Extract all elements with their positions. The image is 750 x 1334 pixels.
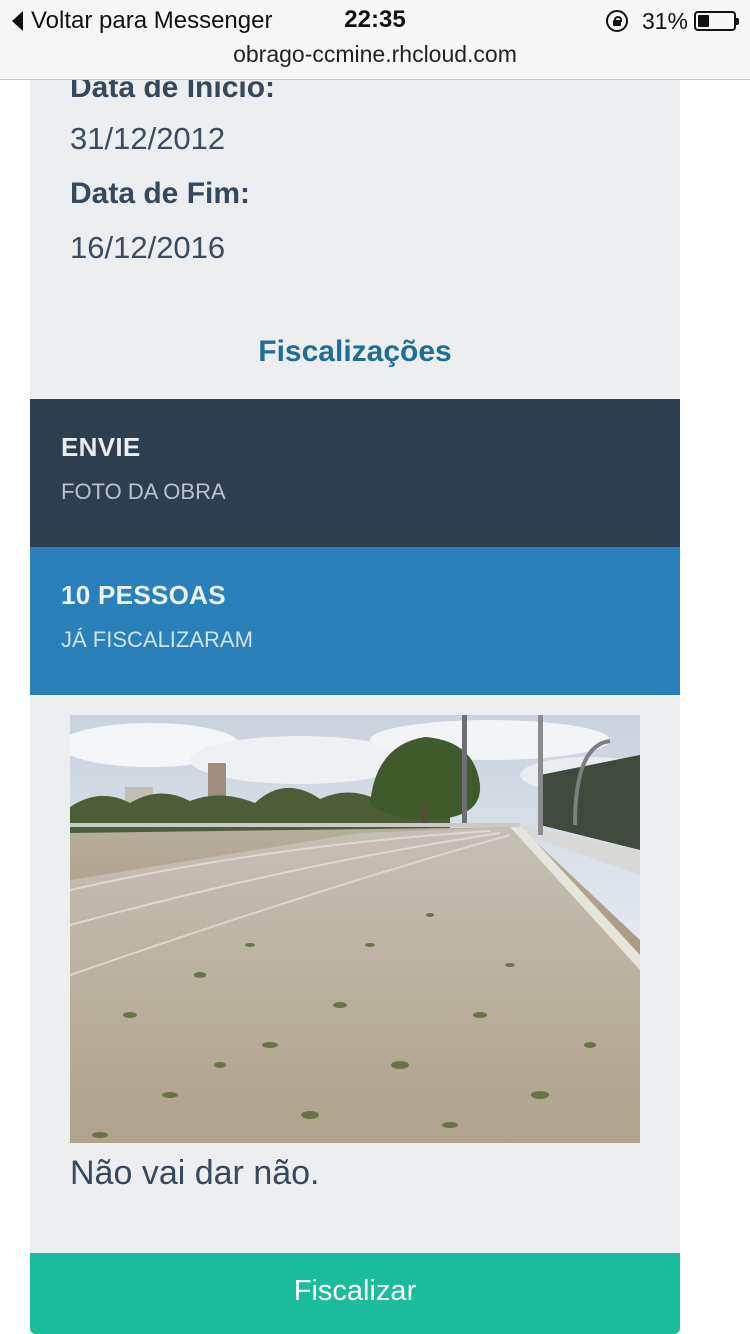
battery-icon [694,11,739,31]
inspection-comment: Não vai dar não. [70,1154,320,1192]
send-photo-panel[interactable]: ENVIE FOTO DA OBRA [30,399,680,547]
inspectors-count-panel: 10 PESSOAS JÁ FISCALIZARAM [30,547,680,695]
send-photo-heading: ENVIE [61,432,141,462]
orientation-lock-icon [605,10,628,32]
send-photo-subtitle: FOTO DA OBRA [61,479,226,504]
url-bar[interactable]: obrago-ccmine.rhcloud.com [0,40,750,80]
url-text: obrago-ccmine.rhcloud.com [233,41,517,67]
end-date-value: 16/12/2016 [70,230,226,265]
back-chevron-icon [12,11,23,31]
project-card: Data de Início: 31/12/2012 Data de Fim: … [30,0,680,1334]
status-bar: Voltar para Messenger 22:35 31% [0,0,750,40]
battery-percent: 31% [641,7,688,34]
inspections-title: Fiscalizações [258,335,452,368]
inspectors-count-subtitle: JÁ FISCALIZARAM [61,627,253,652]
inspectors-count-heading: 10 PESSOAS [61,580,226,610]
start-date-value: 31/12/2012 [70,121,226,156]
battery-level-fill [698,15,709,27]
inspect-button[interactable]: Fiscalizar [30,1253,680,1334]
back-to-messenger-link[interactable]: Voltar para Messenger [12,6,272,36]
status-indicators: 31% [605,6,739,36]
construction-site-photo [70,715,640,1143]
end-date-label: Data de Fim: [70,177,251,210]
back-label: Voltar para Messenger [31,7,273,34]
